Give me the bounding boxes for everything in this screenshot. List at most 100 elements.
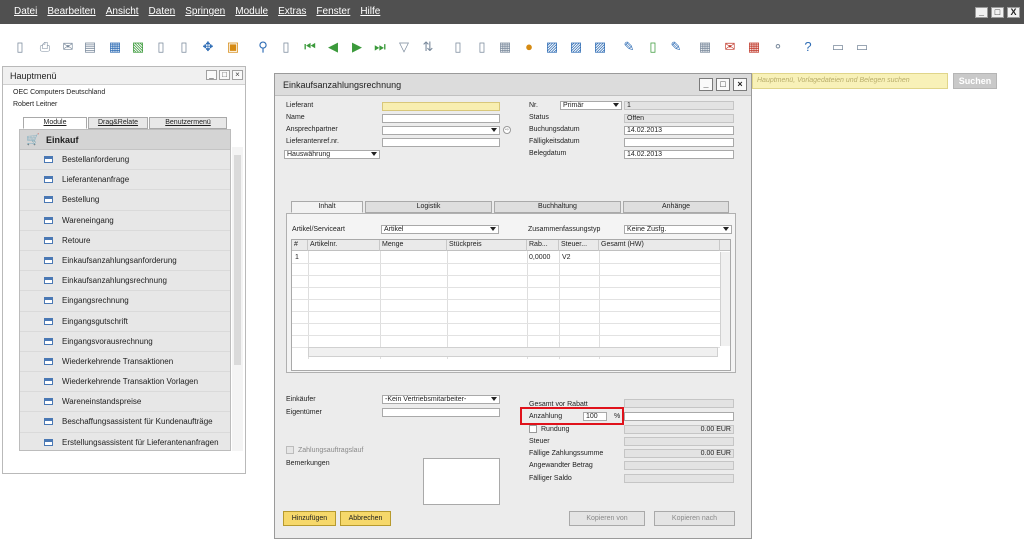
- find-icon[interactable]: ⚲: [255, 39, 271, 55]
- tab-benutzermenue[interactable]: Benutzermenü: [149, 117, 227, 129]
- messages-icon[interactable]: ✉: [722, 39, 738, 55]
- menu-datei[interactable]: Datei: [14, 6, 37, 17]
- lieferantenref-field[interactable]: [382, 138, 500, 147]
- nr-field[interactable]: 1: [624, 101, 734, 110]
- maximize-icon[interactable]: □: [219, 70, 230, 80]
- bemerkungen-textarea[interactable]: [423, 458, 500, 505]
- col-rabatt[interactable]: Rab...: [527, 240, 559, 251]
- gross-profit-icon[interactable]: ▨: [592, 39, 608, 55]
- menu-item-bestellanforderung[interactable]: Bestellanforderung: [20, 150, 230, 171]
- minimize-icon[interactable]: ▭: [830, 39, 846, 55]
- base-document-icon[interactable]: ▯: [450, 39, 466, 55]
- faelligkeitsdatum-field[interactable]: [624, 138, 734, 147]
- eigentuemer-field[interactable]: [382, 408, 500, 417]
- col-artikelnr[interactable]: Artikelnr.: [308, 240, 380, 251]
- grid-horizontal-scrollbar[interactable]: [308, 347, 718, 357]
- link-arrow-icon[interactable]: ⇨: [503, 126, 511, 134]
- settings-icon[interactable]: ▯: [645, 39, 661, 55]
- menu-item-eingangsgutschrift[interactable]: Eingangsgutschrift: [20, 312, 230, 332]
- lock-icon[interactable]: ▣: [225, 39, 241, 55]
- pdf-icon[interactable]: ▯: [176, 39, 192, 55]
- tab-module[interactable]: Module: [23, 117, 87, 129]
- first-record-icon[interactable]: ⏮: [302, 39, 318, 55]
- tree-icon[interactable]: ⚬: [770, 39, 786, 55]
- add-button[interactable]: Hinzufügen: [283, 511, 336, 526]
- filter-icon[interactable]: ▽: [396, 39, 412, 55]
- tab-buchhaltung[interactable]: Buchhaltung: [494, 201, 621, 213]
- menu-item-wareneinstandspreise[interactable]: Wareneinstandspreise: [20, 392, 230, 413]
- report-icon[interactable]: ▦: [746, 39, 762, 55]
- tab-inhalt[interactable]: Inhalt: [291, 201, 363, 213]
- menu-item-eingangsrechnung[interactable]: Eingangsrechnung: [20, 291, 230, 312]
- menu-item-wareneingang[interactable]: Wareneingang: [20, 211, 230, 231]
- next-record-icon[interactable]: ▶: [349, 39, 365, 55]
- cancel-button[interactable]: Abbrechen: [340, 511, 391, 526]
- close-icon[interactable]: ×: [733, 78, 747, 91]
- edit-icon[interactable]: ✎: [621, 39, 637, 55]
- send-icon[interactable]: ✥: [200, 39, 216, 55]
- belegdatum-field[interactable]: 14.02.2013: [624, 150, 734, 159]
- search-button[interactable]: Suchen: [953, 73, 997, 89]
- col-menge[interactable]: Menge: [380, 240, 447, 251]
- main-menu-scrollbar[interactable]: [232, 147, 243, 451]
- artikel-serviceart-dropdown[interactable]: Artikel: [381, 225, 499, 234]
- target-document-icon[interactable]: ▯: [474, 39, 490, 55]
- menu-fenster[interactable]: Fenster: [316, 6, 350, 17]
- excel-icon[interactable]: ▧: [130, 39, 146, 55]
- copy-from-button[interactable]: Kopieren von: [569, 511, 645, 526]
- cell-steuer[interactable]: V2: [562, 254, 571, 261]
- menu-item-beschaffungsassistent[interactable]: Beschaffungsassistent für Kundenaufträge: [20, 412, 230, 433]
- einkaeufer-dropdown[interactable]: -Kein Vertriebsmitarbeiter-: [382, 395, 500, 404]
- help-icon[interactable]: ?: [800, 39, 816, 55]
- app-restore-button[interactable]: □: [991, 7, 1004, 18]
- close-all-icon[interactable]: ▭: [854, 39, 870, 55]
- copy-to-button[interactable]: Kopieren nach: [654, 511, 735, 526]
- menu-ansicht[interactable]: Ansicht: [106, 6, 139, 17]
- menu-item-eingangsvorausrechnung[interactable]: Eingangsvorausrechnung: [20, 332, 230, 352]
- word-icon[interactable]: ▯: [153, 39, 169, 55]
- print-icon[interactable]: ▦: [107, 39, 123, 55]
- rundung-checkbox[interactable]: [529, 425, 537, 433]
- col-gesamt[interactable]: Gesamt (HW): [599, 240, 720, 251]
- anzahlung-amount-field[interactable]: [624, 412, 734, 421]
- minimize-icon[interactable]: _: [206, 70, 217, 80]
- menu-item-wiederkehrende-transaktionen[interactable]: Wiederkehrende Transaktionen: [20, 352, 230, 373]
- zahlungsauftragslauf-checkbox[interactable]: [286, 446, 294, 454]
- export-icon[interactable]: ▤: [82, 39, 98, 55]
- scrollbar-thumb[interactable]: [234, 155, 241, 365]
- add-icon[interactable]: ▯: [278, 39, 294, 55]
- email-icon[interactable]: ✉: [60, 39, 76, 55]
- menu-item-retoure[interactable]: Retoure: [20, 231, 230, 251]
- payment-icon[interactable]: ●: [521, 39, 537, 55]
- minimize-icon[interactable]: _: [699, 78, 713, 91]
- lieferant-field[interactable]: [382, 102, 500, 111]
- menu-item-einkaufsanzahlungsrechnung[interactable]: Einkaufsanzahlungsrechnung: [20, 271, 230, 292]
- zusammenfassungstyp-dropdown[interactable]: Keine Zusfg.: [624, 225, 732, 234]
- menu-extras[interactable]: Extras: [278, 6, 306, 17]
- col-stueckpreis[interactable]: Stückpreis: [447, 240, 527, 251]
- app-minimize-button[interactable]: _: [975, 7, 988, 18]
- previous-record-icon[interactable]: ◀: [325, 39, 341, 55]
- journal-icon[interactable]: ▨: [544, 39, 560, 55]
- menu-item-wiederkehrende-transaktion-vorlagen[interactable]: Wiederkehrende Transaktion Vorlagen: [20, 372, 230, 393]
- name-field[interactable]: [382, 114, 500, 123]
- sort-icon[interactable]: ⇅: [420, 39, 436, 55]
- app-close-button[interactable]: X: [1007, 7, 1020, 18]
- currency-dropdown[interactable]: Hauswährung: [284, 150, 380, 159]
- grid-vertical-scrollbar[interactable]: [720, 252, 730, 346]
- menu-bearbeiten[interactable]: Bearbeiten: [47, 6, 95, 17]
- menu-hilfe[interactable]: Hilfe: [360, 6, 380, 17]
- menu-item-erstellungsassistent[interactable]: Erstellungsassistent für Lieferantenanfr…: [20, 433, 230, 450]
- nr-series-dropdown[interactable]: Primär: [560, 101, 622, 110]
- form-settings-icon[interactable]: ✎: [668, 39, 684, 55]
- maximize-icon[interactable]: □: [716, 78, 730, 91]
- col-steuer[interactable]: Steuer...: [559, 240, 599, 251]
- ansprechpartner-dropdown[interactable]: [382, 126, 500, 135]
- menu-springen[interactable]: Springen: [185, 6, 225, 17]
- tab-logistik[interactable]: Logistik: [365, 201, 492, 213]
- layout-icon[interactable]: ▦: [497, 39, 513, 55]
- calendar-icon[interactable]: ▦: [697, 39, 713, 55]
- print-preview-icon[interactable]: ⎙: [37, 39, 53, 55]
- global-search-input[interactable]: Hauptmenü, Vorlagedateien und Belegen su…: [752, 73, 948, 89]
- menu-item-bestellung[interactable]: Bestellung: [20, 190, 230, 211]
